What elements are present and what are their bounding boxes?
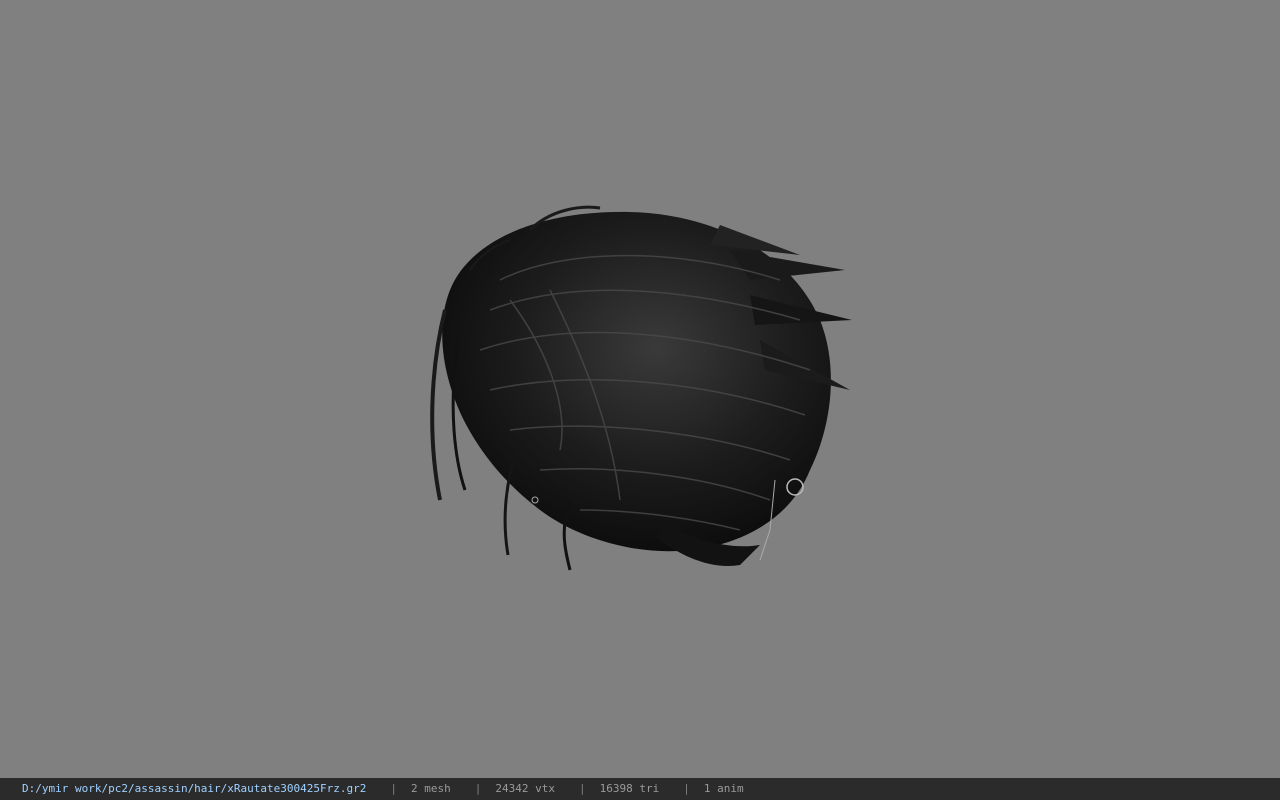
mesh-count: 2 mesh <box>411 782 451 795</box>
status-separator: | <box>390 782 397 795</box>
status-separator: | <box>474 782 482 795</box>
status-separator: | <box>578 782 586 795</box>
status-separator: | <box>683 782 690 795</box>
vertex-count: 24342 vtx <box>495 782 555 795</box>
file-path: D:/ymir work/pc2/assassin/hair/xRautate3… <box>22 782 367 795</box>
triangle-count: 16398 tri <box>599 782 660 795</box>
anim-count: 1 anim <box>703 782 744 795</box>
status-bar: D:/ymir work/pc2/assassin/hair/xRautate3… <box>0 778 1280 800</box>
3d-viewport[interactable] <box>0 0 1280 778</box>
hair-model-render <box>430 205 852 571</box>
